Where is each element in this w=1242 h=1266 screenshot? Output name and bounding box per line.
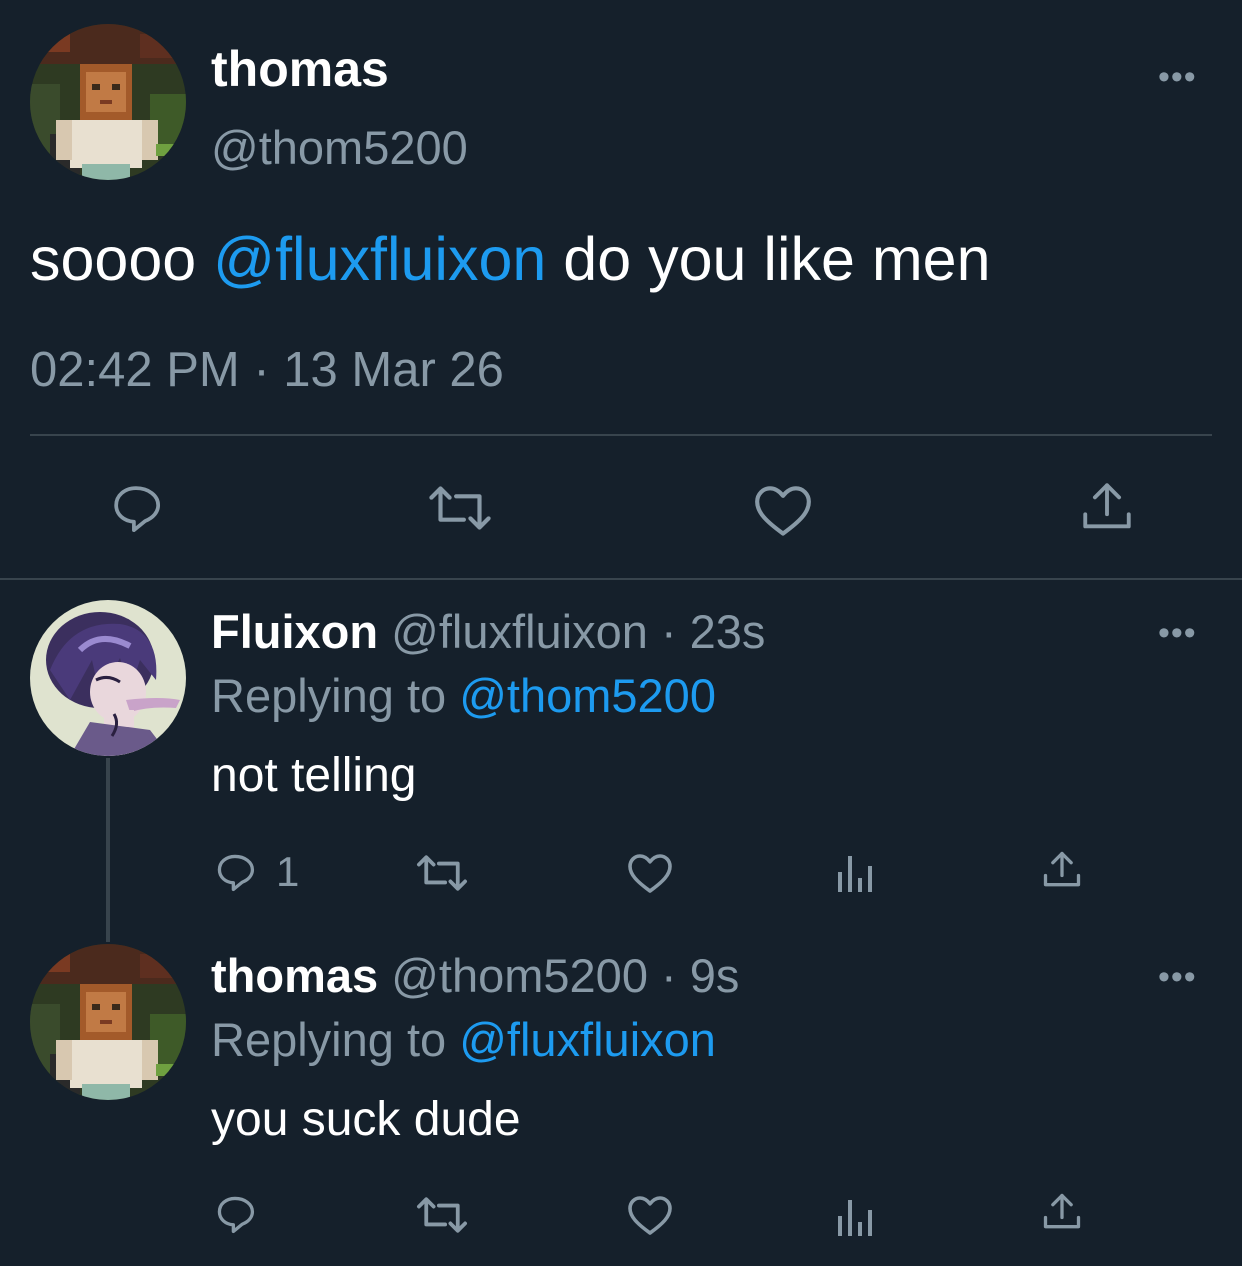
reply-handle[interactable]: @fluxfluixon — [391, 605, 648, 658]
tweet-timestamp[interactable]: 02:42 PM · 13 Mar 26 — [30, 342, 504, 398]
like-icon[interactable] — [752, 480, 814, 538]
reply-time[interactable]: · 23s — [661, 605, 766, 658]
reply-header: thomas @thom5200 · 9s — [211, 948, 739, 1003]
reply-author-avatar[interactable] — [30, 600, 186, 756]
reply-author-avatar[interactable] — [30, 944, 186, 1100]
retweet-icon[interactable] — [414, 852, 470, 894]
reply-icon[interactable] — [108, 480, 164, 536]
retweet-icon[interactable] — [414, 1194, 470, 1236]
thread-line — [106, 758, 110, 942]
like-icon[interactable] — [626, 850, 674, 894]
share-icon[interactable] — [1078, 478, 1136, 536]
analytics-icon[interactable] — [836, 1196, 878, 1236]
tweet-text: soooo @fluxfluixon do you like men — [30, 224, 991, 294]
replying-to: Replying to @thom5200 — [211, 668, 716, 723]
divider — [30, 434, 1212, 436]
author-display-name[interactable]: thomas — [211, 40, 389, 98]
author-avatar[interactable] — [30, 24, 186, 180]
reply-text: not telling — [211, 749, 417, 802]
share-icon[interactable] — [1040, 1190, 1084, 1234]
more-options-icon[interactable]: ••• — [1158, 616, 1197, 650]
replying-to-label: Replying to — [211, 669, 447, 722]
tweet-text-after: do you like men — [563, 225, 991, 293]
replying-to: Replying to @fluxfluixon — [211, 1012, 716, 1067]
more-options-icon[interactable]: ••• — [1158, 960, 1197, 994]
reply-icon[interactable] — [213, 850, 257, 894]
reply-count: 1 — [276, 848, 300, 895]
like-icon[interactable] — [626, 1192, 674, 1236]
reply-icon[interactable] — [213, 1192, 257, 1236]
reply-handle[interactable]: @thom5200 — [391, 949, 648, 1002]
tweet-text-before: soooo — [30, 225, 197, 293]
reply-time[interactable]: · 9s — [661, 949, 739, 1002]
author-handle[interactable]: @thom5200 — [211, 120, 468, 175]
more-options-icon[interactable]: ••• — [1158, 60, 1197, 94]
reply-header: Fluixon @fluxfluixon · 23s — [211, 604, 765, 659]
mention-link[interactable]: @fluxfluixon — [213, 225, 546, 293]
reply-display-name[interactable]: thomas — [211, 949, 378, 1002]
replying-to-mention[interactable]: @fluxfluixon — [459, 1013, 716, 1066]
analytics-icon[interactable] — [836, 852, 878, 892]
replying-to-label: Replying to — [211, 1013, 447, 1066]
reply-text: you suck dude — [211, 1093, 521, 1146]
share-icon[interactable] — [1040, 848, 1084, 892]
reply-display-name[interactable]: Fluixon — [211, 605, 378, 658]
retweet-icon[interactable] — [426, 482, 494, 534]
divider — [0, 578, 1242, 580]
replying-to-mention[interactable]: @thom5200 — [459, 669, 716, 722]
